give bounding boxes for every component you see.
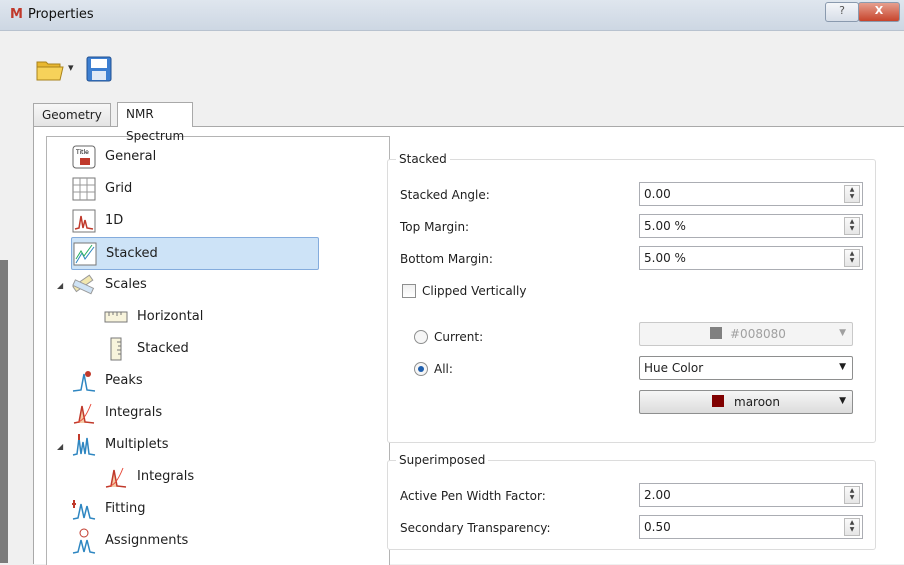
- svg-text:Title: Title: [75, 149, 89, 156]
- tree-item-fitting[interactable]: Fitting: [71, 493, 145, 524]
- expand-scales-icon[interactable]: ◢: [57, 281, 63, 290]
- tree-item-peaks[interactable]: Peaks: [71, 365, 143, 396]
- open-button[interactable]: [36, 56, 64, 85]
- save-button[interactable]: [86, 56, 112, 85]
- window-edge: [0, 260, 8, 563]
- settings-tree[interactable]: Title General Grid 1D Stacked ◢ Scales H…: [46, 136, 390, 565]
- secondary-transparency-label: Secondary Transparency:: [400, 521, 551, 535]
- spin-arrows-icon[interactable]: ▲ ▼: [844, 217, 860, 235]
- folder-open-icon: [36, 61, 64, 81]
- spin-arrows-icon[interactable]: ▲ ▼: [844, 249, 860, 267]
- all-color-mode-combo[interactable]: Hue Color ▼: [639, 356, 853, 380]
- help-button[interactable]: ?: [825, 2, 859, 22]
- tree-item-stacked-scale[interactable]: Stacked: [103, 333, 189, 364]
- stacked-angle-spinbox[interactable]: 0.00 ▲ ▼: [639, 182, 863, 206]
- tree-item-scales[interactable]: Scales: [71, 269, 147, 300]
- spin-arrows-icon[interactable]: ▲ ▼: [844, 518, 860, 536]
- current-color-radio[interactable]: [414, 330, 428, 344]
- stacked-group-title: Stacked: [396, 152, 450, 166]
- active-pen-width-spinbox[interactable]: 2.00 ▲ ▼: [639, 483, 863, 507]
- chevron-down-icon: ▼: [839, 396, 846, 406]
- integrals-icon: [73, 403, 95, 424]
- horizontal-scale-icon: [104, 311, 128, 322]
- app-logo-icon: M: [10, 7, 23, 22]
- superimposed-group-title: Superimposed: [396, 453, 489, 467]
- secondary-transparency-spinbox[interactable]: 0.50 ▲ ▼: [639, 515, 863, 539]
- window-title: Properties: [28, 7, 94, 22]
- bottom-margin-label: Bottom Margin:: [400, 252, 493, 266]
- save-icon: [86, 56, 112, 82]
- tab-geometry[interactable]: Geometry: [33, 103, 111, 126]
- expand-multiplets-icon[interactable]: ◢: [57, 442, 63, 451]
- tree-item-assignments[interactable]: Assignments: [71, 525, 188, 556]
- stacked-angle-label: Stacked Angle:: [400, 188, 490, 202]
- active-pen-width-label: Active Pen Width Factor:: [400, 489, 546, 503]
- scales-icon: [72, 273, 95, 294]
- stacked-spectra-icon: [73, 242, 97, 265]
- top-margin-spinbox[interactable]: 5.00 % ▲ ▼: [639, 214, 863, 238]
- integrals-icon: [105, 467, 127, 488]
- stacked-group: Stacked Stacked Angle: 0.00 ▲ ▼ Top Margi…: [387, 152, 876, 443]
- grid-icon: [72, 177, 96, 200]
- tree-item-integrals[interactable]: Integrals: [71, 397, 162, 428]
- top-margin-label: Top Margin:: [400, 220, 470, 234]
- tree-item-1d[interactable]: 1D: [71, 205, 123, 236]
- tab-nmr-spectrum[interactable]: NMR Spectrum: [117, 102, 194, 143]
- assignments-icon: [72, 528, 96, 554]
- superimposed-group: Superimposed Active Pen Width Factor: 2.…: [387, 453, 876, 550]
- current-color-swatch: [710, 327, 722, 339]
- multiplets-icon: [72, 433, 96, 456]
- tree-item-stacked[interactable]: Stacked: [71, 237, 319, 270]
- current-color-label: Current:: [434, 330, 484, 344]
- open-dropdown-icon[interactable]: ▾: [68, 61, 74, 74]
- tree-item-grid[interactable]: Grid: [71, 173, 132, 204]
- tree-item-horizontal[interactable]: Horizontal: [103, 301, 203, 332]
- spin-arrows-icon[interactable]: ▲ ▼: [844, 185, 860, 203]
- tree-item-multiplet-integrals[interactable]: Integrals: [103, 461, 194, 492]
- fitting-icon: [72, 499, 96, 520]
- clipped-vertically-label: Clipped Vertically: [422, 284, 527, 298]
- clipped-vertically-checkbox[interactable]: [402, 284, 416, 298]
- all-color-swatch: [712, 395, 724, 407]
- title-bar: M Properties ? X: [0, 0, 904, 31]
- tree-item-multiplets[interactable]: Multiplets: [71, 429, 169, 460]
- title-icon: Title: [72, 145, 96, 168]
- bottom-margin-spinbox[interactable]: 5.00 % ▲ ▼: [639, 246, 863, 270]
- vertical-scale-icon: [110, 337, 122, 360]
- tab-panel: Title General Grid 1D Stacked ◢ Scales H…: [33, 126, 904, 565]
- all-color-picker[interactable]: maroon ▼: [639, 390, 853, 414]
- spin-arrows-icon[interactable]: ▲ ▼: [844, 486, 860, 504]
- current-color-combo[interactable]: #008080 ▼: [639, 322, 853, 346]
- peaks-icon: [72, 370, 96, 392]
- all-color-label: All:: [434, 362, 453, 376]
- chevron-down-icon: ▼: [839, 328, 846, 338]
- spectrum-1d-icon: [72, 209, 96, 232]
- all-color-radio[interactable]: [414, 362, 428, 376]
- close-button[interactable]: X: [858, 2, 900, 22]
- chevron-down-icon: ▼: [839, 362, 846, 372]
